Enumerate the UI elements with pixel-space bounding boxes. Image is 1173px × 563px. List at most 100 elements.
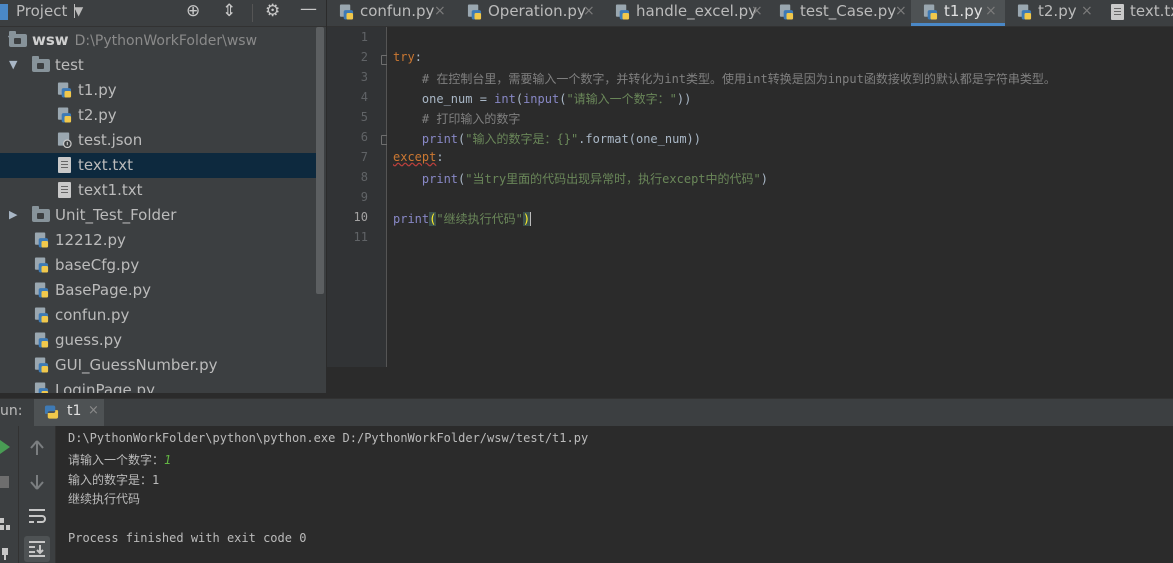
- run-panel-header: un: t1 ×: [0, 398, 1173, 426]
- code-text: .format(one_num)): [578, 132, 701, 146]
- tab-t1-py[interactable]: t1.py ×: [911, 0, 1005, 26]
- tab-label: text.txt: [1130, 2, 1173, 20]
- project-panel-title[interactable]: Project: [16, 2, 67, 20]
- close-icon[interactable]: ×: [583, 3, 595, 19]
- tree-item-label: guess.py: [55, 331, 123, 349]
- code-line-2: try:: [393, 50, 422, 64]
- tree-item-12212-py[interactable]: 12212.py: [0, 228, 316, 253]
- tree-item-basecfg-py[interactable]: baseCfg.py: [0, 253, 316, 278]
- hide-icon[interactable]: —: [300, 0, 317, 19]
- run-tab-t1[interactable]: t1 ×: [34, 399, 104, 426]
- stop-icon[interactable]: [0, 476, 9, 488]
- chevron-right-icon[interactable]: ▶: [9, 208, 17, 221]
- tree-item-path: D:\PythonWorkFolder\wsw: [74, 33, 258, 49]
- run-panel-label: un:: [0, 403, 23, 419]
- tab-label: confun.py: [360, 2, 435, 20]
- line-number: 11: [353, 230, 368, 244]
- scroll-to-end-button[interactable]: [24, 536, 50, 562]
- punct: :: [436, 150, 444, 164]
- python-file-icon: [34, 232, 49, 248]
- console-prompt-line: 请输入一个数字：1: [68, 451, 171, 468]
- builtin: int: [494, 92, 516, 106]
- run-icon[interactable]: [0, 440, 10, 454]
- close-icon[interactable]: ×: [751, 3, 763, 19]
- console-output: 输入的数字是：1: [68, 473, 160, 487]
- python-file-icon: [34, 332, 49, 348]
- tree-item-t2-py[interactable]: t2.py: [0, 103, 316, 128]
- tree-scrollbar[interactable]: [316, 27, 324, 294]
- python-file-icon: [1017, 4, 1032, 20]
- python-file-icon: [615, 4, 630, 20]
- close-icon[interactable]: ×: [88, 403, 99, 418]
- pin-icon[interactable]: [0, 548, 10, 560]
- down-arrow-icon[interactable]: [29, 474, 45, 490]
- tab-text-txt[interactable]: text.txt: [1099, 0, 1173, 26]
- close-icon[interactable]: ×: [434, 3, 446, 19]
- toolbar-divider: [252, 4, 253, 22]
- builtin: input: [523, 92, 560, 106]
- gear-icon[interactable]: ⚙: [265, 1, 280, 21]
- tab-confun-py[interactable]: confun.py ×: [327, 0, 451, 26]
- tab-handle-excel-py[interactable]: handle_excel.py ×: [603, 0, 767, 26]
- close-icon[interactable]: ×: [985, 3, 997, 19]
- chevron-down-icon[interactable]: ▼: [9, 58, 17, 71]
- text-file-icon: [58, 157, 71, 173]
- console-output: 继续执行代码: [68, 492, 141, 506]
- tab-label: t1.py: [944, 2, 983, 20]
- console-user-input: 1: [164, 453, 172, 467]
- code-editor[interactable]: try: # 在控制台里，需要输入一个数字，并转化为int类型。使用int转换是…: [387, 27, 1173, 367]
- tree-item-wsw[interactable]: ▼ wswD:\PythonWorkFolder\wsw: [0, 28, 316, 53]
- tree-item-test-json[interactable]: test.json: [0, 128, 316, 153]
- line-number: 4: [360, 90, 368, 104]
- tree-item-confun-py[interactable]: confun.py: [0, 303, 316, 328]
- collapse-icon[interactable]: ⇕: [222, 1, 236, 21]
- folder-icon: [32, 56, 50, 72]
- code-line-7: except:: [393, 150, 444, 164]
- punct: (: [515, 92, 524, 106]
- tree-item-unit-test-folder[interactable]: ▶ Unit_Test_Folder: [0, 203, 316, 228]
- tab-t2-py[interactable]: t2.py ×: [1005, 0, 1099, 26]
- line-number: 6: [360, 130, 368, 144]
- run-tab-label: t1: [67, 403, 82, 419]
- tree-item-gui-guessnumber-py[interactable]: GUI_GuessNumber.py: [0, 353, 316, 378]
- tab-label: handle_excel.py: [636, 2, 758, 20]
- tree-item-guess-py[interactable]: guess.py: [0, 328, 316, 353]
- folder-icon: [9, 31, 27, 47]
- editor-tab-bar: confun.py × Operation.py × handle_excel.…: [327, 0, 1173, 27]
- console-command: D:\PythonWorkFolder\python\python.exe D:…: [68, 431, 589, 445]
- console-actions-bar: [19, 426, 56, 563]
- close-icon[interactable]: ×: [1081, 3, 1093, 19]
- run-console[interactable]: D:\PythonWorkFolder\python\python.exe D:…: [56, 426, 1173, 563]
- python-file-icon: [34, 382, 49, 393]
- tree-item-label: LoginPage.py: [55, 381, 155, 393]
- tree-item-label: confun.py: [55, 306, 130, 324]
- text-caret: [530, 212, 532, 226]
- code-line-3: # 在控制台里，需要输入一个数字，并转化为int类型。使用int转换是因为inp…: [393, 72, 1056, 86]
- line-number-current: 10: [353, 210, 368, 224]
- tree-item-text1-txt[interactable]: text1.txt: [0, 178, 316, 203]
- tab-operation-py[interactable]: Operation.py ×: [455, 0, 603, 26]
- tree-item-t1-py[interactable]: t1.py: [0, 78, 316, 103]
- tree-item-test[interactable]: ▼ test: [0, 53, 316, 78]
- project-tree: ▼ wsw D:\PythonWorkFolder\wsw ▼ test t1.p…: [0, 27, 326, 393]
- chevron-down-icon[interactable]: ▼: [74, 4, 83, 18]
- tab-test-case-py[interactable]: test_Case.py ×: [767, 0, 911, 26]
- tree-item-basepage-py[interactable]: BasePage.py: [0, 278, 316, 303]
- editor-gutter: 1 2 3 4 5 6 7 8 9 10 11: [327, 27, 391, 367]
- line-number: 5: [360, 110, 368, 124]
- code-text: one_num =: [393, 92, 495, 106]
- tree-item-text-txt[interactable]: text.txt: [0, 153, 316, 178]
- locate-icon[interactable]: ⊕: [186, 1, 200, 21]
- tree-item-label: 12212.py: [55, 231, 126, 249]
- tree-item-label: t2.py: [78, 106, 117, 124]
- tree-item-label: Unit_Test_Folder: [55, 206, 177, 224]
- tree-item-loginpage-py[interactable]: LoginPage.py: [0, 378, 316, 393]
- punct: )): [676, 92, 692, 106]
- close-icon[interactable]: ×: [895, 3, 907, 19]
- layout-icon[interactable]: [0, 518, 10, 530]
- project-tool-window-icon[interactable]: [0, 4, 8, 20]
- up-arrow-icon[interactable]: [29, 440, 45, 456]
- soft-wrap-icon[interactable]: [28, 508, 46, 524]
- tree-item-label: test.json: [78, 131, 143, 149]
